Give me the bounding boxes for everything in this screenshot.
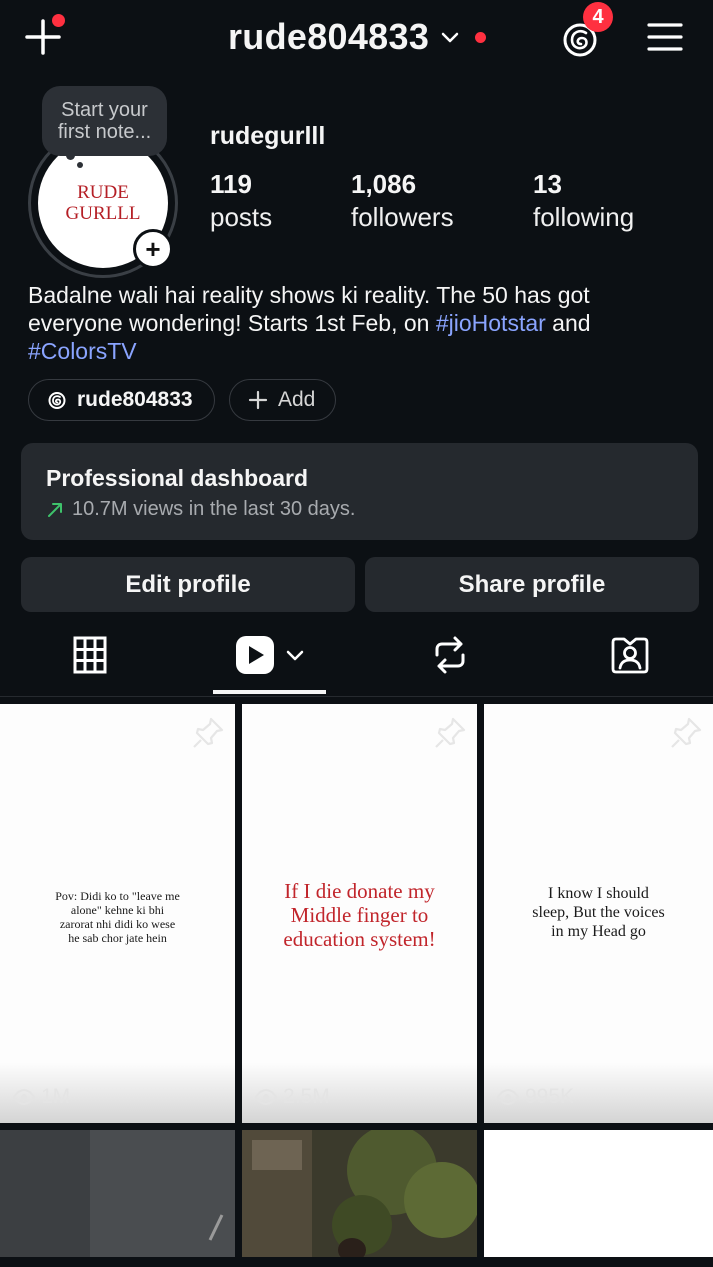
account-notification-dot bbox=[475, 31, 487, 43]
add-story-plus-icon[interactable]: + bbox=[133, 229, 173, 269]
repost-icon bbox=[435, 636, 465, 674]
bio-hashtag-colorstv[interactable]: #ColorsTV bbox=[28, 338, 137, 364]
chevron-down-icon bbox=[286, 650, 303, 661]
note-bubble[interactable]: Start your first note... bbox=[42, 86, 167, 156]
bio-hashtag-jiohotstar[interactable]: #jioHotstar bbox=[436, 310, 546, 336]
following-label: following bbox=[533, 202, 635, 232]
posts-label: posts bbox=[210, 202, 273, 232]
dashboard-title: Professional dashboard bbox=[46, 465, 309, 491]
top-bar: rude804833 4 bbox=[0, 0, 713, 80]
eye-icon bbox=[255, 1089, 277, 1105]
following-stat[interactable]: 13 following bbox=[533, 168, 634, 234]
tab-grid[interactable] bbox=[50, 625, 130, 685]
pin-icon bbox=[435, 717, 466, 748]
note-bubble-tail bbox=[66, 151, 75, 160]
add-chip-label: Add bbox=[278, 388, 316, 411]
bio: Badalne wali hai reality shows ki realit… bbox=[28, 281, 688, 365]
reel-caption: If I die donate my Middle finger to educ… bbox=[283, 879, 436, 951]
eye-icon bbox=[497, 1089, 519, 1105]
tagged-person-icon bbox=[611, 637, 649, 674]
dashboard-subtitle: 10.7M views in the last 30 days. bbox=[72, 498, 356, 520]
reel-caption: Pov: Didi ko to "leave me alone" kehne k… bbox=[55, 889, 180, 945]
followers-label: followers bbox=[351, 202, 454, 232]
threads-chip-label: rude804833 bbox=[77, 388, 193, 411]
view-count-text: 1M bbox=[41, 1085, 71, 1108]
avatar-text-line2: GURLLL bbox=[65, 203, 141, 224]
account-switcher[interactable]: rude804833 bbox=[228, 14, 487, 60]
view-count-text: 2.5M bbox=[283, 1085, 330, 1108]
thumbnail-image bbox=[0, 1130, 235, 1257]
note-line2: first note... bbox=[57, 121, 152, 143]
tab-reels[interactable] bbox=[213, 625, 326, 685]
bio-and: and bbox=[545, 310, 591, 336]
pin-icon bbox=[193, 717, 224, 748]
note-bubble-tail-small bbox=[77, 162, 83, 168]
note-line1: Start your bbox=[61, 99, 148, 121]
posts-stat[interactable]: 119 posts bbox=[210, 168, 272, 234]
tab-active-indicator bbox=[213, 690, 326, 694]
view-count: 995K bbox=[497, 1085, 574, 1109]
grid-icon bbox=[73, 636, 107, 674]
share-profile-button[interactable]: Share profile bbox=[365, 557, 699, 612]
avatar-text-line1: RUDE bbox=[77, 182, 129, 203]
threads-badge: 4 bbox=[583, 2, 613, 32]
reel-tile-thumbnail[interactable] bbox=[0, 1130, 235, 1257]
chevron-down-icon bbox=[441, 32, 459, 43]
reel-tile[interactable]: If I die donate my Middle finger to educ… bbox=[242, 704, 477, 1123]
plus-icon bbox=[248, 390, 268, 410]
followers-stat[interactable]: 1,086 followers bbox=[351, 168, 454, 234]
threads-profile-chip[interactable]: rude804833 bbox=[28, 379, 215, 421]
header-username: rude804833 bbox=[228, 16, 430, 57]
pin-icon bbox=[671, 717, 702, 748]
tab-tagged[interactable] bbox=[590, 625, 670, 685]
thumbnail-image bbox=[242, 1130, 477, 1257]
menu-icon[interactable] bbox=[640, 12, 690, 62]
tab-reposts[interactable] bbox=[410, 625, 490, 685]
add-link-chip[interactable]: Add bbox=[229, 379, 336, 421]
edit-profile-button[interactable]: Edit profile bbox=[21, 557, 355, 612]
view-count-text: 995K bbox=[525, 1085, 575, 1108]
view-count: 2.5M bbox=[255, 1085, 330, 1109]
eye-icon bbox=[13, 1089, 35, 1105]
trend-up-arrow-icon bbox=[48, 502, 62, 517]
posts-count: 119 bbox=[210, 169, 252, 199]
reel-tile-thumbnail[interactable] bbox=[242, 1130, 477, 1257]
following-count: 13 bbox=[533, 169, 562, 199]
reel-tile-thumbnail[interactable] bbox=[484, 1130, 713, 1257]
threads-small-icon bbox=[48, 392, 66, 409]
reels-play-icon bbox=[235, 636, 274, 674]
tab-divider bbox=[0, 696, 713, 697]
reel-caption: I know I should sleep, But the voices in… bbox=[532, 885, 665, 940]
reel-tile[interactable]: I know I should sleep, But the voices in… bbox=[484, 704, 713, 1123]
professional-dashboard[interactable]: Professional dashboard 10.7M views in th… bbox=[21, 443, 698, 540]
notification-dot bbox=[52, 14, 65, 27]
followers-count: 1,086 bbox=[351, 169, 417, 199]
reel-tile[interactable]: Pov: Didi ko to "leave me alone" kehne k… bbox=[0, 704, 235, 1123]
display-name: rudegurlll bbox=[210, 122, 326, 150]
dashboard-subtitle-row: 10.7M views in the last 30 days. bbox=[46, 498, 355, 521]
view-count: 1M bbox=[13, 1085, 70, 1109]
